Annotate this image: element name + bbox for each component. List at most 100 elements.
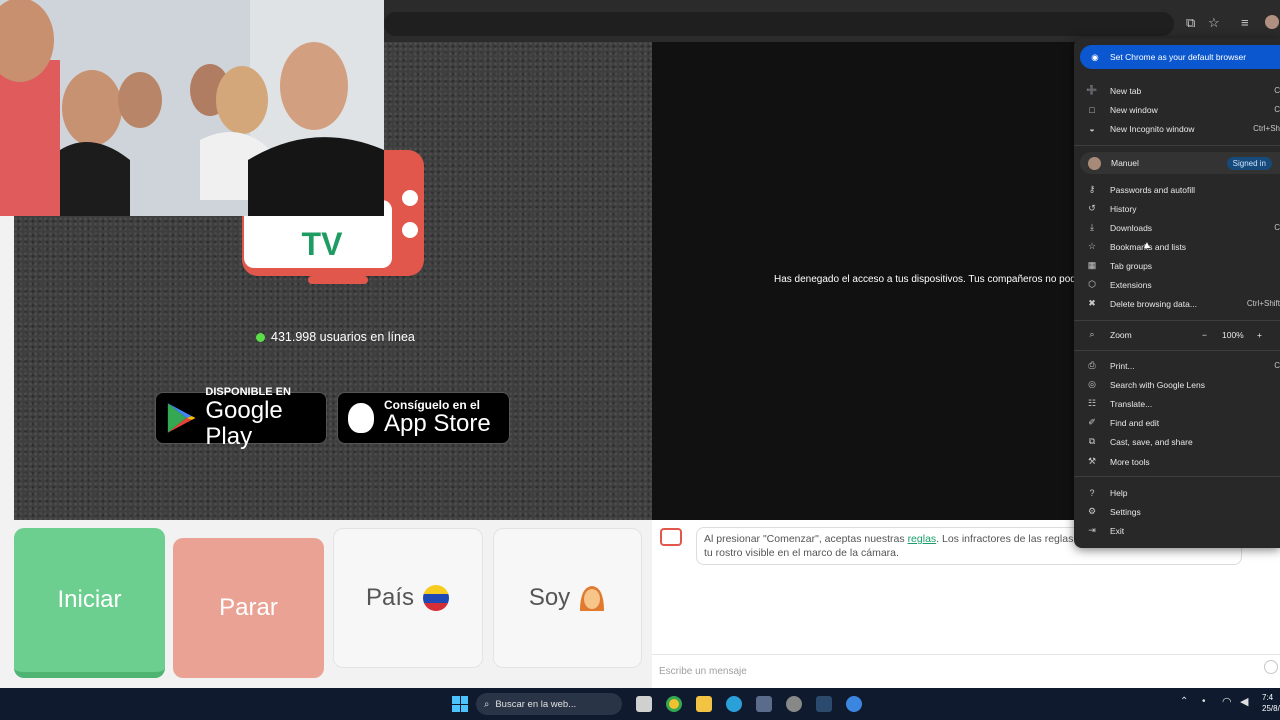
venezuela-flag-icon [423, 585, 450, 611]
task-view-icon[interactable] [636, 696, 652, 712]
menu-tab-groups[interactable]: ▦ Tab groups [1074, 256, 1280, 275]
menu-google-lens[interactable]: ◎ Search with Google Lens [1074, 375, 1280, 394]
search-text: Buscar en la web... [495, 698, 577, 710]
online-dot-icon [256, 332, 265, 342]
menu-shortcut: C [1274, 223, 1280, 232]
app-store-big: App Store [384, 410, 491, 437]
cast-icon[interactable]: ⧉ [1186, 15, 1195, 31]
tray-chevron-icon[interactable]: ⌃ [1180, 696, 1188, 707]
rules-link[interactable]: reglas [908, 533, 937, 545]
webcam-people-image [0, 0, 384, 216]
menu-separator [1074, 320, 1280, 321]
menu-shortcut: Ctrl+Shift [1246, 299, 1280, 308]
new-tab-icon: ➕ [1086, 85, 1098, 95]
menu-new-tab[interactable]: ➕ New tab C [1074, 81, 1280, 100]
key-icon: ⚷ [1088, 184, 1096, 194]
menu-translate[interactable]: ☷ Translate... [1074, 394, 1280, 413]
menu-label: Delete browsing data... [1110, 298, 1197, 309]
emoji-icon[interactable] [1264, 660, 1278, 674]
taskbar-search[interactable]: ⌕ Buscar en la web... [476, 693, 622, 715]
wifi-icon[interactable]: ◠ [1222, 695, 1232, 708]
steam-icon[interactable] [816, 696, 832, 712]
apple-icon [348, 403, 374, 433]
menu-profile[interactable]: Manuel Signed in [1080, 152, 1280, 174]
toolbox-icon: ⚒ [1087, 456, 1097, 466]
store-icon[interactable] [756, 696, 772, 712]
control-panel: Iniciar Parar País Soy [14, 520, 652, 688]
country-button[interactable]: País [333, 528, 483, 668]
tab-groups-icon: ▦ [1087, 260, 1097, 270]
profile-avatar[interactable] [1265, 15, 1279, 29]
clock-time: 7:4 [1262, 693, 1274, 702]
puzzle-icon: ⬡ [1088, 279, 1096, 289]
menu-shortcut: C [1274, 361, 1280, 370]
edge-icon[interactable] [726, 696, 742, 712]
menu-label: Find and edit [1110, 417, 1160, 428]
zoom-icon: ⌕ [1089, 329, 1095, 339]
person-emoji-icon [580, 586, 605, 611]
profile-avatar-icon [1088, 156, 1101, 170]
menu-exit[interactable]: ⇥ Exit [1074, 521, 1280, 540]
chat-input[interactable]: Escribe un mensaje [652, 654, 1280, 688]
mic-icon[interactable]: • [1202, 696, 1206, 707]
set-default-label: Set Chrome as your default browser [1110, 52, 1247, 62]
menu-label: Tab groups [1110, 260, 1153, 271]
menu-cast-save-share[interactable]: ⧉ Cast, save, and share [1074, 432, 1280, 451]
menu-delete-data[interactable]: ✖ Delete browsing data... Ctrl+Shift [1074, 294, 1280, 313]
zoom-label: Zoom [1110, 329, 1132, 340]
address-bar[interactable] [384, 12, 1174, 36]
cast-icon: ⧉ [1088, 436, 1096, 446]
webcam-overlay [0, 0, 384, 216]
menu-downloads[interactable]: ⤓ Downloads C [1074, 218, 1280, 237]
star-icon[interactable]: ☆ [1208, 15, 1220, 31]
app-store-button[interactable]: Consíguelo en el App Store [337, 392, 510, 444]
app-blue-icon[interactable] [846, 696, 862, 712]
menu-extensions[interactable]: ⬡ Extensions [1074, 275, 1280, 294]
google-play-big: Google Play [205, 397, 283, 450]
exit-icon: ⇥ [1088, 525, 1096, 535]
google-play-button[interactable]: DISPONIBLE EN Google Play [155, 386, 327, 450]
menu-settings[interactable]: ⚙ Settings [1074, 502, 1280, 521]
menu-more-tools[interactable]: ⚒ More tools [1074, 452, 1280, 471]
message-line-2: tu rostro visible en el marco de la cáma… [704, 547, 899, 559]
chrome-menu: ◉ Set Chrome as your default browser ➕ Ne… [1074, 38, 1280, 548]
tab-search-icon[interactable]: ≡ [1241, 15, 1249, 31]
menu-new-window[interactable]: □ New window C [1074, 100, 1280, 119]
menu-label: Exit [1110, 525, 1125, 536]
menu-shortcut: C [1274, 105, 1280, 114]
menu-history[interactable]: ↺ History [1074, 199, 1280, 218]
chrome-taskbar-icon[interactable] [666, 696, 682, 712]
menu-new-incognito[interactable]: ◒ New Incognito window Ctrl+Sh [1074, 119, 1280, 138]
menu-bookmarks[interactable]: ☆ Bookmarks and lists [1074, 237, 1280, 256]
clock[interactable]: 7:4 25/8/ [1262, 692, 1280, 714]
menu-label: New window [1110, 104, 1158, 115]
clock-date: 25/8/ [1262, 704, 1280, 713]
find-icon: ✐ [1088, 417, 1096, 427]
chat-input-placeholder: Escribe un mensaje [659, 666, 747, 677]
file-explorer-icon[interactable] [696, 696, 712, 712]
zoom-out-button[interactable]: − [1202, 330, 1207, 340]
help-icon: ? [1089, 487, 1095, 498]
menu-label: History [1110, 203, 1137, 214]
menu-shortcut: C [1274, 86, 1280, 95]
windows-start-icon[interactable] [452, 696, 468, 712]
menu-label: Passwords and autofill [1110, 184, 1196, 195]
mouse-cursor-icon: ▲ [1142, 240, 1152, 251]
menu-passwords[interactable]: ⚷ Passwords and autofill [1074, 180, 1280, 199]
gear-icon: ⚙ [1087, 506, 1097, 516]
country-label: País [365, 584, 415, 611]
menu-label: Extensions [1110, 279, 1152, 290]
volume-icon[interactable]: ◀ [1240, 695, 1248, 708]
google-play-icon [167, 403, 196, 433]
menu-label: New Incognito window [1110, 123, 1195, 134]
menu-print[interactable]: ⎙ Print... C [1074, 356, 1280, 375]
start-button[interactable]: Iniciar [14, 528, 165, 678]
zoom-in-button[interactable]: + [1257, 330, 1262, 340]
stop-button[interactable]: Parar [173, 538, 324, 678]
set-default-banner[interactable]: ◉ Set Chrome as your default browser [1080, 45, 1280, 69]
profile-name: Manuel [1111, 158, 1139, 168]
gender-button[interactable]: Soy [493, 528, 642, 668]
app-icon[interactable] [786, 696, 802, 712]
menu-help[interactable]: ? Help [1074, 483, 1280, 502]
menu-find-edit[interactable]: ✐ Find and edit [1074, 413, 1280, 432]
